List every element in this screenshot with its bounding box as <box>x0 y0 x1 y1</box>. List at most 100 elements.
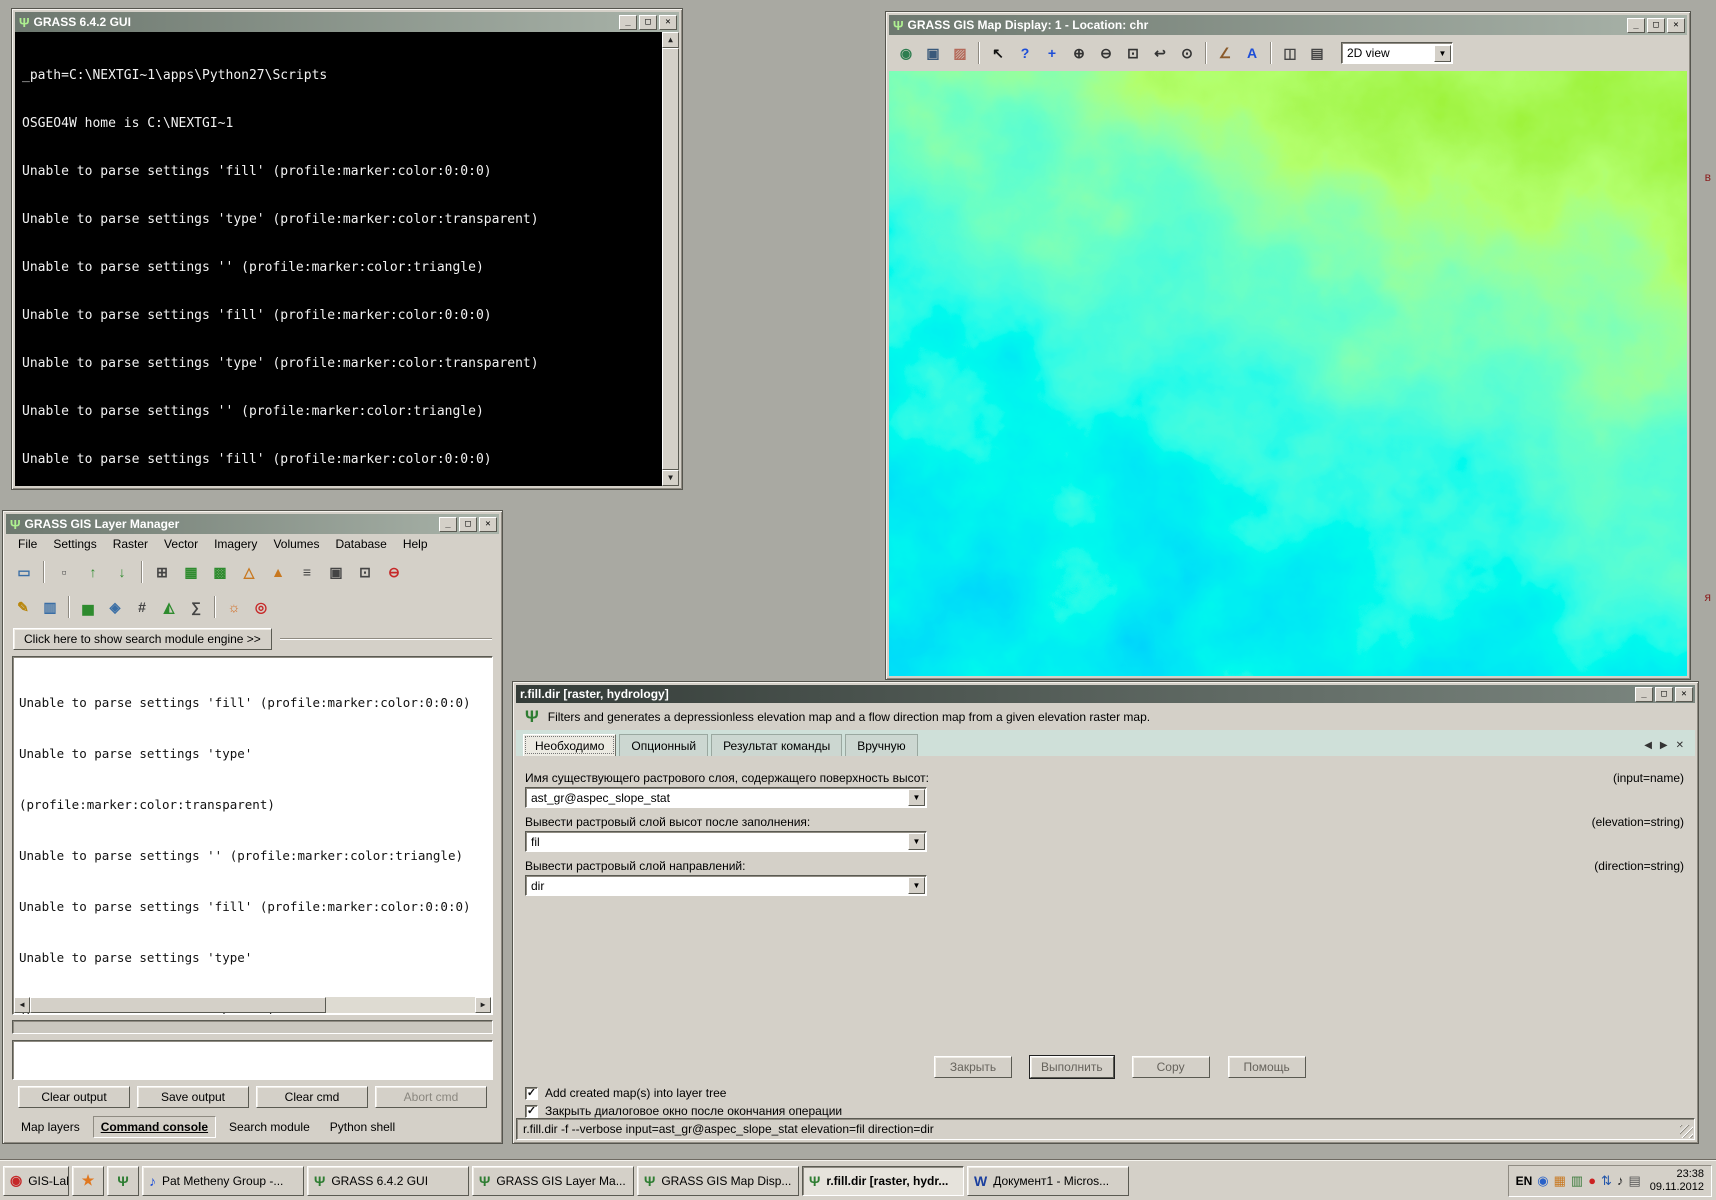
menu-volumes[interactable]: Volumes <box>265 535 327 553</box>
maximize-button[interactable]: □ <box>1655 687 1673 702</box>
menu-help[interactable]: Help <box>395 535 436 553</box>
command-input[interactable] <box>12 1040 493 1080</box>
scroll-thumb[interactable] <box>662 48 679 470</box>
maximize-button[interactable]: □ <box>459 517 477 532</box>
add-overlay-icon[interactable]: A <box>1239 40 1265 66</box>
taskbar-button-word-document[interactable]: W Документ1 - Micros... <box>967 1166 1129 1196</box>
menu-database[interactable]: Database <box>327 535 394 553</box>
update-icon[interactable]: ◉ <box>1537 1174 1548 1187</box>
close-button[interactable]: ✕ <box>1667 18 1685 33</box>
taskbar-button-grass-gui[interactable]: Ψ GRASS 6.4.2 GUI <box>307 1166 469 1196</box>
open-workspace-icon[interactable]: ↑ <box>79 558 107 586</box>
direction-output-combobox[interactable]: dir ▼ <box>525 875 927 896</box>
map-canvas[interactable] <box>889 71 1687 676</box>
tab-search-module[interactable]: Search module <box>222 1117 317 1137</box>
tab-next-icon[interactable]: ▶ <box>1660 740 1668 751</box>
tab-command-console[interactable]: Command console <box>93 1116 216 1138</box>
delete-layer-icon[interactable]: ⊖ <box>380 558 408 586</box>
scroll-down-icon[interactable]: ▼ <box>662 470 679 486</box>
add-multiple-layers-icon[interactable]: ⊞ <box>148 558 176 586</box>
tab-optional[interactable]: Опционный <box>619 734 708 756</box>
save-output-button[interactable]: Save output <box>137 1086 249 1108</box>
map-titlebar[interactable]: Ψ GRASS GIS Map Display: 1 - Location: c… <box>889 15 1687 35</box>
maximize-button[interactable]: □ <box>639 15 657 30</box>
alert-icon[interactable]: ● <box>1588 1174 1596 1187</box>
scroll-up-icon[interactable]: ▲ <box>662 32 679 48</box>
menu-raster[interactable]: Raster <box>105 535 156 553</box>
zoom-out-icon[interactable]: ⊖ <box>1093 40 1119 66</box>
scroll-right-icon[interactable]: ▶ <box>475 997 491 1013</box>
minimize-button[interactable]: _ <box>1635 687 1653 702</box>
layer-manager-titlebar[interactable]: Ψ GRASS GIS Layer Manager _ □ ✕ <box>6 514 499 534</box>
save-display-file-icon[interactable]: ◫ <box>1277 40 1303 66</box>
dialog-titlebar[interactable]: r.fill.dir [raster, hydrology] _ □ ✕ <box>516 685 1695 703</box>
taskbar-button-media-player[interactable]: ♪ Pat Metheny Group -... <box>142 1166 304 1196</box>
elevation-output-combobox[interactable]: fil ▼ <box>525 831 927 852</box>
minimize-button[interactable]: _ <box>619 15 637 30</box>
view-mode-select[interactable]: 2D view ▼ <box>1341 42 1453 64</box>
input-raster-combobox[interactable]: ast_gr@aspec_slope_stat ▼ <box>525 787 927 808</box>
save-workspace-icon[interactable]: ↓ <box>108 558 136 586</box>
menu-vector[interactable]: Vector <box>156 535 206 553</box>
help-icon[interactable]: ◎ <box>248 594 274 620</box>
taskbar-button-map-display[interactable]: Ψ GRASS GIS Map Disp... <box>637 1166 799 1196</box>
network-icon[interactable]: ⇅ <box>1601 1174 1612 1187</box>
taskbar-button-gis-lab[interactable]: ◉ GIS-Lab.inf... <box>3 1166 69 1196</box>
resize-grip[interactable] <box>1680 1125 1693 1138</box>
graphical-modeler-icon[interactable]: ◈ <box>102 594 128 620</box>
vertical-scrollbar[interactable]: ▲ ▼ <box>662 32 679 486</box>
settings-gear-icon[interactable]: ☼ <box>221 594 247 620</box>
query-icon[interactable]: ? <box>1012 40 1038 66</box>
menu-file[interactable]: File <box>10 535 45 553</box>
pointer-icon[interactable]: ↖ <box>985 40 1011 66</box>
dropdown-arrow-icon[interactable]: ▼ <box>908 789 925 806</box>
dropdown-arrow-icon[interactable]: ▼ <box>908 833 925 850</box>
close-button[interactable]: ✕ <box>1675 687 1693 702</box>
show-search-module-button[interactable]: Click here to show search module engine … <box>13 628 272 650</box>
nviz-3d-view-icon[interactable]: ◭ <box>156 594 182 620</box>
close-dialog-button[interactable]: Закрыть <box>934 1056 1012 1078</box>
minimize-button[interactable]: _ <box>439 517 457 532</box>
digitize-icon[interactable]: ✎ <box>10 594 36 620</box>
tab-map-layers[interactable]: Map layers <box>14 1117 87 1137</box>
tab-required[interactable]: Необходимо <box>523 734 616 756</box>
pan-icon[interactable]: + <box>1039 40 1065 66</box>
tab-close-icon[interactable]: ✕ <box>1676 740 1684 751</box>
close-dialog-checkbox[interactable]: ✓ <box>525 1105 538 1118</box>
add-raster-overlays-icon[interactable]: ▩ <box>206 558 234 586</box>
raster-map-calculator-icon[interactable]: ∑ <box>183 594 209 620</box>
chart-icon[interactable]: ▥ <box>1571 1174 1583 1187</box>
tab-python-shell[interactable]: Python shell <box>323 1117 402 1137</box>
taskbar-button-app-green[interactable]: Ψ <box>107 1166 139 1196</box>
histogram-icon[interactable]: ▅ <box>75 594 101 620</box>
measure-icon[interactable]: ∠ <box>1212 40 1238 66</box>
dropdown-arrow-icon[interactable]: ▼ <box>1434 45 1451 62</box>
clear-cmd-button[interactable]: Clear cmd <box>256 1086 368 1108</box>
menu-imagery[interactable]: Imagery <box>206 535 265 553</box>
maximize-button[interactable]: □ <box>1647 18 1665 33</box>
console-output[interactable]: _path=C:\NEXTGI~1\apps\Python27\Scripts … <box>15 32 679 486</box>
save-display-icon[interactable]: ▣ <box>920 40 946 66</box>
print-display-icon[interactable]: ▤ <box>1304 40 1330 66</box>
add-vector-layer-icon[interactable]: △ <box>235 558 263 586</box>
app-orange-icon[interactable]: ▦ <box>1554 1174 1566 1187</box>
clock[interactable]: 23:38 09.11.2012 <box>1646 1168 1704 1194</box>
render-display-icon[interactable]: ◉ <box>893 40 919 66</box>
tab-command-output[interactable]: Результат команды <box>711 734 842 756</box>
close-button[interactable]: ✕ <box>479 517 497 532</box>
taskbar-button-layer-manager[interactable]: Ψ GRASS GIS Layer Ma... <box>472 1166 634 1196</box>
clear-output-button[interactable]: Clear output <box>18 1086 130 1108</box>
language-indicator[interactable]: EN <box>1516 1174 1533 1188</box>
minimize-button[interactable]: _ <box>1627 18 1645 33</box>
dropdown-arrow-icon[interactable]: ▼ <box>908 877 925 894</box>
console-titlebar[interactable]: Ψ GRASS 6.4.2 GUI _ □ ✕ <box>15 12 679 32</box>
scroll-left-icon[interactable]: ◀ <box>14 997 30 1013</box>
close-button[interactable]: ✕ <box>659 15 677 30</box>
add-raster-layer-icon[interactable]: ▦ <box>177 558 205 586</box>
zoom-options-icon[interactable]: ⊙ <box>1174 40 1200 66</box>
tab-prev-icon[interactable]: ◀ <box>1644 740 1652 751</box>
zoom-back-icon[interactable]: ↩ <box>1147 40 1173 66</box>
menu-settings[interactable]: Settings <box>45 535 104 553</box>
zoom-extent-icon[interactable]: ⊡ <box>1120 40 1146 66</box>
add-maps-checkbox[interactable]: ✓ <box>525 1087 538 1100</box>
